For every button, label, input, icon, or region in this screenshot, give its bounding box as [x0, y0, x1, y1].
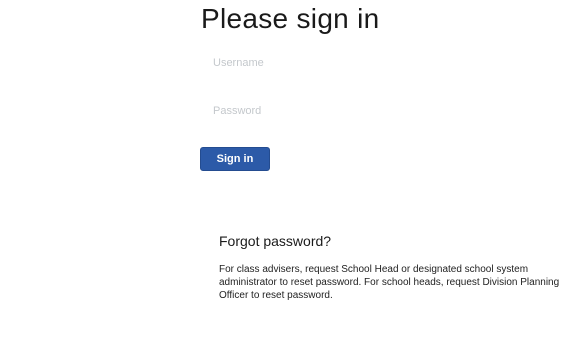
username-input[interactable]: [200, 48, 545, 78]
page-title: Please sign in: [201, 3, 380, 34]
password-input[interactable]: [200, 96, 545, 126]
forgot-password-instructions: For class advisers, request School Head …: [219, 264, 560, 301]
signin-page: Please sign in Sign in Forgot password? …: [0, 0, 576, 363]
forgot-password-heading: Forgot password?: [219, 233, 332, 249]
sign-in-button[interactable]: Sign in: [200, 147, 270, 171]
